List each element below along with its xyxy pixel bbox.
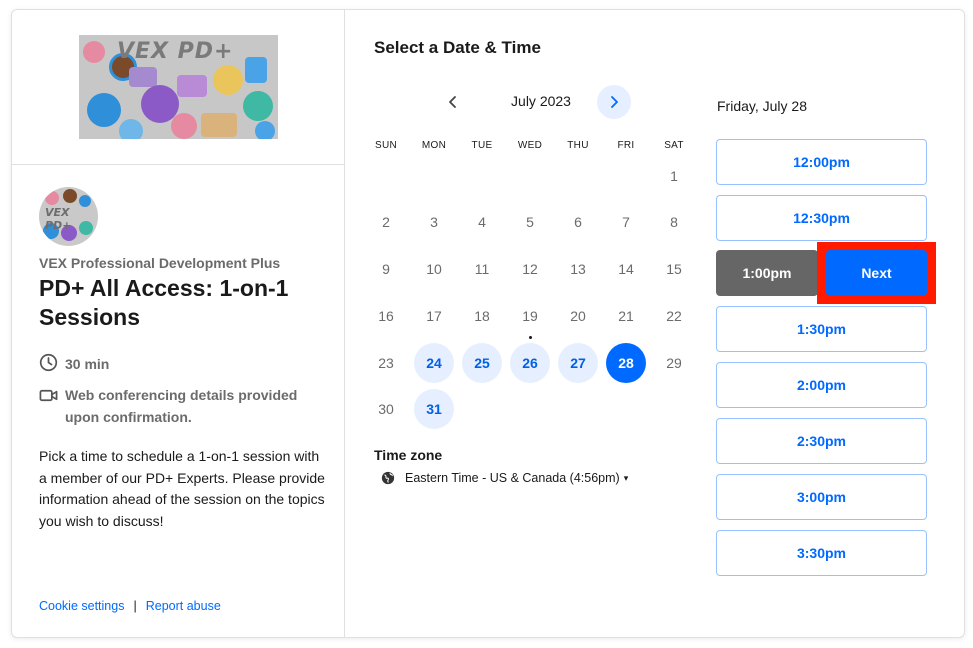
avatar-logo-text: VEX PD+: [45, 206, 72, 232]
time-slot-button[interactable]: 2:00pm: [716, 362, 927, 408]
month-navigation: July 2023: [436, 85, 646, 119]
selected-time-slot: 1:00pm Next: [716, 242, 936, 304]
chevron-right-icon: [611, 96, 618, 108]
calendar-day[interactable]: 28: [606, 343, 646, 383]
calendar-day: 5: [526, 214, 534, 230]
duration-row: 30 min: [39, 353, 109, 375]
banner-document-icon: [245, 57, 267, 83]
calendar-day: 21: [618, 308, 634, 324]
weekday-label: WED: [517, 140, 543, 151]
clock-icon: [39, 353, 58, 372]
calendar-day: 11: [474, 261, 490, 277]
calendar-day: 3: [430, 214, 438, 230]
selected-date-heading: Friday, July 28: [717, 98, 807, 114]
banner-image: VEX PD+: [79, 35, 278, 139]
month-label: July 2023: [511, 93, 571, 109]
calendar-day: 7: [622, 214, 630, 230]
scheduling-card: VEX PD+ VEX PD+ VEX Professional Develop…: [11, 9, 965, 638]
duration-text: 30 min: [65, 356, 110, 372]
calendar-day: 20: [570, 308, 586, 324]
calendar-day: 17: [426, 308, 442, 324]
banner-person-icon: [213, 65, 243, 95]
calendar-day: 23: [378, 355, 394, 371]
video-camera-icon: [39, 389, 58, 402]
time-slot-button[interactable]: 12:30pm: [716, 195, 927, 241]
banner-logo-text: VEX PD+: [117, 39, 234, 64]
calendar-day: 1: [670, 168, 678, 184]
banner-chat-icon: [129, 67, 157, 87]
time-slot-selected[interactable]: 1:00pm: [716, 250, 818, 296]
calendar-day: 2: [382, 214, 390, 230]
time-slot-button[interactable]: 3:00pm: [716, 474, 927, 520]
weekday-label: MON: [421, 140, 447, 151]
calendar-day: 9: [382, 261, 390, 277]
calendar-day: 19: [522, 308, 538, 324]
calendar-day: 4: [478, 214, 486, 230]
footer-separator: |: [133, 599, 137, 613]
calendar-day: 16: [378, 308, 394, 324]
calendar-day: 29: [666, 355, 682, 371]
calendar-day: 10: [426, 261, 442, 277]
calendar-day[interactable]: 25: [462, 343, 502, 383]
calendar-day: 8: [670, 214, 678, 230]
banner-person-icon: [243, 91, 273, 121]
conferencing-row: Web conferencing details provided upon c…: [39, 384, 329, 428]
calendar-day: 18: [474, 308, 490, 324]
calendar-day: 14: [618, 261, 634, 277]
report-abuse-link[interactable]: Report abuse: [146, 599, 221, 613]
event-title: PD+ All Access: 1-on-1 Sessions: [39, 275, 289, 330]
time-slot-button[interactable]: 1:30pm: [716, 306, 927, 352]
calendar-day: 13: [570, 261, 586, 277]
calendar-day[interactable]: 31: [414, 389, 454, 429]
timezone-value: Eastern Time - US & Canada (4:56pm): [405, 471, 620, 485]
banner-person-icon: [255, 121, 275, 139]
cookie-settings-link[interactable]: Cookie settings: [39, 599, 124, 613]
next-button[interactable]: Next: [826, 250, 927, 296]
calendar-day: 30: [378, 401, 394, 417]
calendar-day: 15: [666, 261, 682, 277]
avatar-person-icon: [63, 189, 77, 203]
next-month-button[interactable]: [597, 85, 631, 119]
previous-month-button[interactable]: [436, 85, 470, 119]
time-slot-button[interactable]: 2:30pm: [716, 418, 927, 464]
conferencing-text: Web conferencing details provided upon c…: [65, 387, 298, 425]
banner-area: VEX PD+: [12, 10, 345, 165]
time-slot-button[interactable]: 3:30pm: [716, 530, 927, 576]
timezone-title: Time zone: [374, 447, 443, 463]
dropdown-caret-icon: ▾: [623, 472, 629, 483]
calendar-day[interactable]: 27: [558, 343, 598, 383]
banner-person-icon: [171, 113, 197, 139]
banner-cap-icon: [119, 119, 143, 139]
globe-icon: [381, 471, 395, 485]
timezone-selector[interactable]: Eastern Time - US & Canada (4:56pm) ▾: [381, 471, 628, 485]
section-title: Select a Date & Time: [374, 38, 541, 57]
banner-video-icon: [177, 75, 207, 97]
weekday-label: THU: [567, 140, 589, 151]
banner-book-icon: [201, 113, 237, 137]
weekday-label: SAT: [664, 140, 684, 151]
weekday-label: SUN: [374, 140, 397, 151]
avatar-person-icon: [45, 191, 59, 205]
event-details-panel: VEX PD+ VEX PD+ VEX Professional Develop…: [12, 10, 345, 637]
avatar: VEX PD+: [39, 187, 98, 246]
weekday-label: FRI: [617, 140, 635, 151]
footer-links: Cookie settings | Report abuse: [39, 599, 221, 613]
calendar-day: 12: [522, 261, 538, 277]
banner-person-icon: [83, 41, 105, 63]
event-description: Pick a time to schedule a 1-on-1 session…: [39, 448, 325, 529]
banner-person-icon: [87, 93, 121, 127]
calendar-day: 22: [666, 308, 682, 324]
calendar-day[interactable]: 24: [414, 343, 454, 383]
calendar-day: 6: [574, 214, 582, 230]
calendar-day[interactable]: 26: [510, 343, 550, 383]
weekday-label: TUE: [471, 140, 493, 151]
chevron-left-icon: [449, 96, 456, 108]
time-slot-button[interactable]: 12:00pm: [716, 139, 927, 185]
organizer-name: VEX Professional Development Plus: [39, 255, 281, 271]
today-indicator: [529, 336, 532, 339]
